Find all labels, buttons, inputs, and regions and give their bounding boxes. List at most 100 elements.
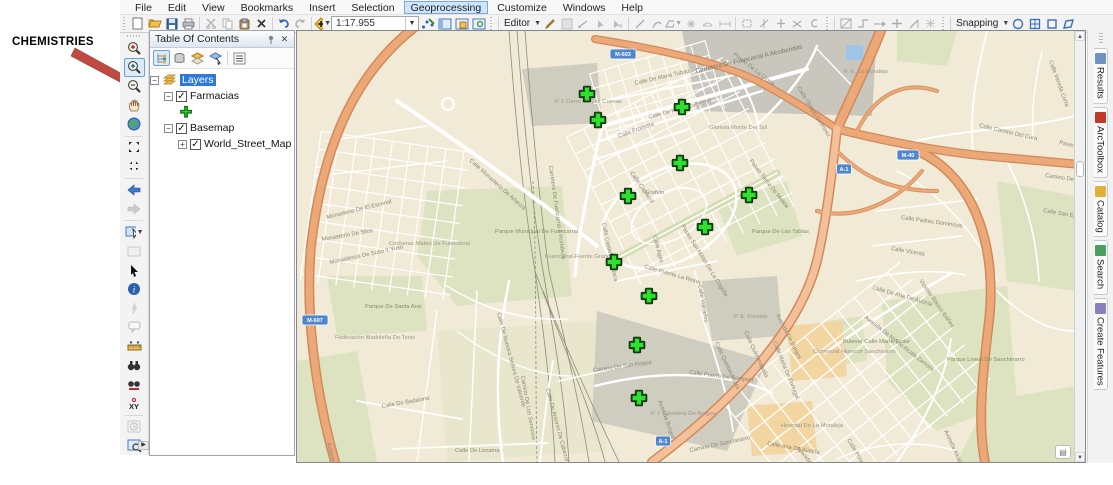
menu-geoprocessing[interactable]: Geoprocessing: [403, 0, 489, 14]
collapse-icon[interactable]: −: [150, 75, 159, 85]
map-label: Comercial Hipercor Sanchinarro: [813, 349, 895, 355]
toc-item-farmacias[interactable]: − ✓ Farmacias: [164, 88, 294, 104]
list-by-selection-button[interactable]: [207, 50, 224, 66]
world-street-map-label[interactable]: World_Street_Map: [204, 138, 291, 150]
html-popup-button[interactable]: [124, 318, 145, 337]
svg-text:M-603: M-603: [615, 52, 631, 58]
list-by-source-button[interactable]: [171, 50, 188, 66]
toc-header: Table Of Contents ✕: [150, 31, 294, 48]
scale-combo[interactable]: 1:17.955 ▼: [331, 16, 419, 31]
editor-menu-button[interactable]: Editor: [501, 18, 533, 29]
basemap-checkbox[interactable]: ✓: [176, 122, 187, 134]
basemap-label[interactable]: Basemap: [190, 122, 234, 134]
toolbar-overflow-button[interactable]: ▶: [138, 441, 149, 450]
toc-close-button[interactable]: ✕: [278, 33, 291, 46]
map-label: Parque De Las Tablas: [752, 229, 809, 235]
scroll-up-arrow[interactable]: ▲: [1075, 31, 1085, 41]
toc-pin-button[interactable]: [265, 33, 278, 46]
clear-selected-features-button[interactable]: [124, 242, 145, 261]
menu-customize[interactable]: Customize: [490, 1, 554, 14]
fixed-zoom-out-icon: [129, 161, 139, 171]
menu-view[interactable]: View: [195, 1, 232, 14]
sketch-pencil-icon: [421, 18, 435, 29]
drawing-order-icon: [157, 53, 166, 64]
toc-options-button[interactable]: [231, 50, 248, 66]
menu-bookmarks[interactable]: Bookmarks: [234, 1, 301, 14]
toolbar-grip[interactable]: [122, 16, 127, 31]
snapping-menu-button[interactable]: Snapping: [953, 18, 1001, 29]
scroll-down-arrow[interactable]: ▼: [1075, 452, 1085, 462]
toc-item-layers[interactable]: − Layers: [150, 72, 294, 88]
menu-windows[interactable]: Windows: [556, 1, 613, 14]
undo-icon: [278, 19, 289, 28]
menu-file[interactable]: File: [128, 1, 159, 14]
toc-item-basemap[interactable]: − ✓ Basemap: [164, 120, 294, 136]
next-extent-button[interactable]: [124, 199, 145, 218]
forward-arrow-icon: [127, 203, 141, 215]
dock-tab-create-features[interactable]: Create Features: [1093, 297, 1108, 391]
road-shield: A-1: [655, 435, 671, 447]
dock-tab-catalog[interactable]: Catalog: [1093, 180, 1108, 238]
new-document-button[interactable]: [129, 16, 146, 32]
map-canvas[interactable]: Carretera De Fuencarral A AlcobendasCarr…: [297, 31, 1075, 462]
toc-window-icon: [438, 18, 451, 29]
map-label: P. E. La Moraleja: [844, 69, 888, 75]
time-slider-button[interactable]: [124, 417, 145, 436]
scale-dropdown-arrow[interactable]: ▼: [405, 17, 418, 30]
pin-icon: [268, 35, 274, 44]
dock-tab-search[interactable]: Search: [1093, 240, 1108, 295]
find-button[interactable]: [124, 356, 145, 375]
toc-toolbar: [150, 48, 294, 69]
map-view[interactable]: Carretera De Fuencarral A Alcobendas Carr…: [296, 30, 1086, 463]
list-by-visibility-button[interactable]: [189, 50, 206, 66]
find-route-button[interactable]: [124, 375, 145, 394]
dock-grip[interactable]: [1098, 33, 1103, 45]
add-data-dropdown-arrow[interactable]: ▼: [324, 20, 331, 27]
hyperlink-button[interactable]: [124, 299, 145, 318]
go-to-xy-button[interactable]: XY: [124, 394, 145, 413]
print-icon: [182, 18, 195, 29]
identify-button[interactable]: i: [124, 280, 145, 299]
farmacias-legend-row: [178, 104, 294, 120]
measure-ruler-icon: [127, 341, 141, 351]
options-list-icon: [233, 52, 246, 64]
layers-label[interactable]: Layers: [180, 74, 216, 86]
lightning-icon: [131, 302, 137, 314]
full-extent-button[interactable]: [124, 115, 145, 134]
select-elements-button[interactable]: [124, 261, 145, 280]
basemap-attribution-button[interactable]: ▤: [1055, 445, 1071, 459]
dock-tab-results[interactable]: Results: [1093, 48, 1108, 104]
zoom-out-button[interactable]: [124, 77, 145, 96]
scrollbar-thumb[interactable]: [1076, 161, 1084, 177]
fixed-zoom-in-button[interactable]: [124, 138, 145, 157]
map-label: Grañón: [645, 190, 664, 196]
farmacias-label[interactable]: Farmacias: [190, 90, 239, 102]
menu-selection[interactable]: Selection: [344, 1, 401, 14]
measure-button[interactable]: [124, 337, 145, 356]
select-features-icon: [125, 226, 136, 240]
list-by-drawing-order-button[interactable]: [153, 50, 170, 66]
pan-button[interactable]: [124, 96, 145, 115]
zoom-in-button[interactable]: [124, 39, 145, 58]
map-label: Glorieta Monte Del Sol: [709, 125, 767, 131]
farmacias-checkbox[interactable]: ✓: [176, 90, 187, 102]
source-database-icon: [174, 52, 185, 63]
collapse-icon[interactable]: −: [164, 91, 173, 101]
expand-icon[interactable]: +: [178, 139, 187, 149]
identify-icon: i: [128, 283, 140, 296]
select-features-button[interactable]: ▼: [124, 223, 145, 242]
map-vertical-scrollbar[interactable]: ▲ ▼: [1074, 31, 1085, 462]
menu-edit[interactable]: Edit: [161, 1, 193, 14]
collapse-icon[interactable]: −: [164, 123, 173, 133]
previous-extent-button[interactable]: [124, 180, 145, 199]
tools-toolbar-grip[interactable]: [127, 35, 141, 37]
zoom-in-tool-active-button[interactable]: [123, 57, 145, 77]
dock-tab-arctoolbox[interactable]: ArcToolbox: [1093, 106, 1108, 178]
world-street-map-checkbox[interactable]: ✓: [190, 138, 201, 150]
svg-text:A: A: [619, 24, 623, 29]
toc-item-world-street-map[interactable]: + ✓ World_Street_Map: [178, 136, 294, 152]
fixed-zoom-out-button[interactable]: [124, 157, 145, 176]
create-features-icon: [1094, 302, 1106, 314]
menu-help[interactable]: Help: [614, 1, 650, 14]
menu-insert[interactable]: Insert: [302, 1, 342, 14]
